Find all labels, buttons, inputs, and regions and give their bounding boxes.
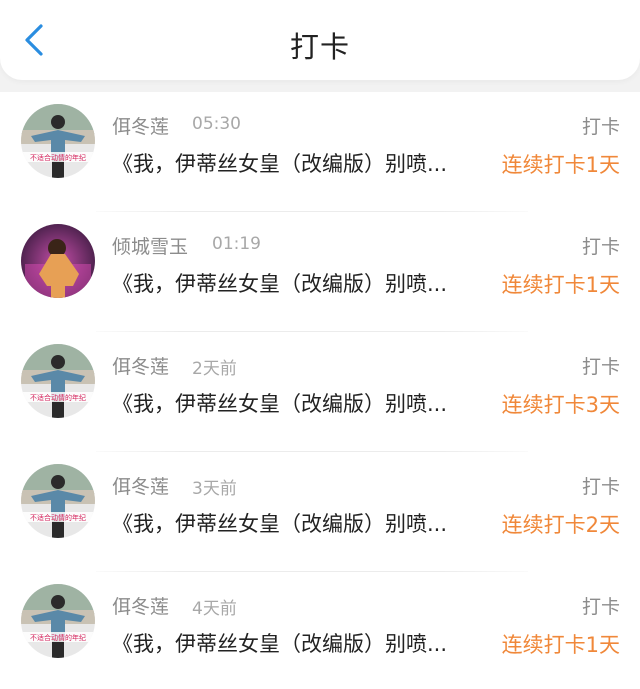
book-title[interactable]: 《我，伊蒂丝女皇（改编版）别喷... [112, 268, 497, 298]
streak-label: 连续打卡1天 [501, 633, 620, 657]
book-title[interactable]: 《我，伊蒂丝女皇（改编版）别喷... [112, 508, 497, 538]
action-label: 打卡 [581, 116, 620, 138]
avatar-image: 不适合动情的年纪 [21, 344, 95, 418]
action-label: 打卡 [581, 236, 620, 258]
checkin-list: 不适合动情的年纪 佴冬莲 05:30 打卡 《我，伊蒂丝女皇（改编版）别喷...… [0, 92, 640, 689]
svg-text:不适合动情的年纪: 不适合动情的年纪 [30, 513, 86, 522]
streak-label: 连续打卡2天 [501, 513, 620, 537]
book-title[interactable]: 《我，伊蒂丝女皇（改编版）别喷... [112, 388, 497, 418]
header-bar: 打卡 [0, 0, 640, 80]
list-item[interactable]: 不适合动情的年纪 佴冬莲 4天前 打卡 《我，伊蒂丝女皇（改编版）别喷... 连… [0, 572, 640, 689]
avatar[interactable]: 不适合动情的年纪 [21, 344, 95, 418]
avatar-image [21, 224, 95, 298]
timestamp: 3天前 [192, 479, 237, 499]
action-label: 打卡 [581, 476, 620, 498]
action-label: 打卡 [581, 356, 620, 378]
user-name[interactable]: 佴冬莲 [112, 352, 169, 379]
avatar[interactable] [21, 224, 95, 298]
list-item[interactable]: 不适合动情的年纪 佴冬莲 2天前 打卡 《我，伊蒂丝女皇（改编版）别喷... 连… [0, 332, 640, 452]
user-name[interactable]: 佴冬莲 [112, 592, 169, 619]
streak-label: 连续打卡3天 [501, 393, 620, 417]
timestamp: 2天前 [192, 359, 237, 379]
list-item[interactable]: 不适合动情的年纪 佴冬莲 05:30 打卡 《我，伊蒂丝女皇（改编版）别喷...… [0, 92, 640, 212]
avatar[interactable]: 不适合动情的年纪 [21, 464, 95, 538]
avatar-image: 不适合动情的年纪 [21, 464, 95, 538]
timestamp: 01:19 [212, 234, 261, 254]
streak-label: 连续打卡1天 [501, 273, 620, 297]
list-item[interactable]: 倾城雪玉 01:19 打卡 《我，伊蒂丝女皇（改编版）别喷... 连续打卡1天 [0, 212, 640, 332]
book-title[interactable]: 《我，伊蒂丝女皇（改编版）别喷... [112, 148, 497, 178]
svg-text:不适合动情的年纪: 不适合动情的年纪 [30, 153, 86, 162]
avatar-image: 不适合动情的年纪 [21, 584, 95, 658]
avatar[interactable]: 不适合动情的年纪 [21, 104, 95, 178]
avatar[interactable]: 不适合动情的年纪 [21, 584, 95, 658]
page-title: 打卡 [289, 30, 350, 64]
action-label: 打卡 [581, 596, 620, 618]
timestamp: 05:30 [192, 114, 241, 134]
avatar-image: 不适合动情的年纪 [21, 104, 95, 178]
checkin-page: 打卡 不适合动情的年纪 佴冬莲 05:30 打卡 《我，伊蒂丝女皇（改编版）别喷… [0, 0, 640, 689]
svg-text:不适合动情的年纪: 不适合动情的年纪 [30, 393, 86, 402]
user-name[interactable]: 倾城雪玉 [112, 232, 188, 259]
list-item[interactable]: 不适合动情的年纪 佴冬莲 3天前 打卡 《我，伊蒂丝女皇（改编版）别喷... 连… [0, 452, 640, 572]
timestamp: 4天前 [192, 599, 237, 619]
user-name[interactable]: 佴冬莲 [112, 472, 169, 499]
svg-text:不适合动情的年纪: 不适合动情的年纪 [30, 633, 86, 642]
user-name[interactable]: 佴冬莲 [112, 112, 169, 139]
streak-label: 连续打卡1天 [501, 153, 620, 177]
book-title[interactable]: 《我，伊蒂丝女皇（改编版）别喷... [112, 628, 497, 658]
